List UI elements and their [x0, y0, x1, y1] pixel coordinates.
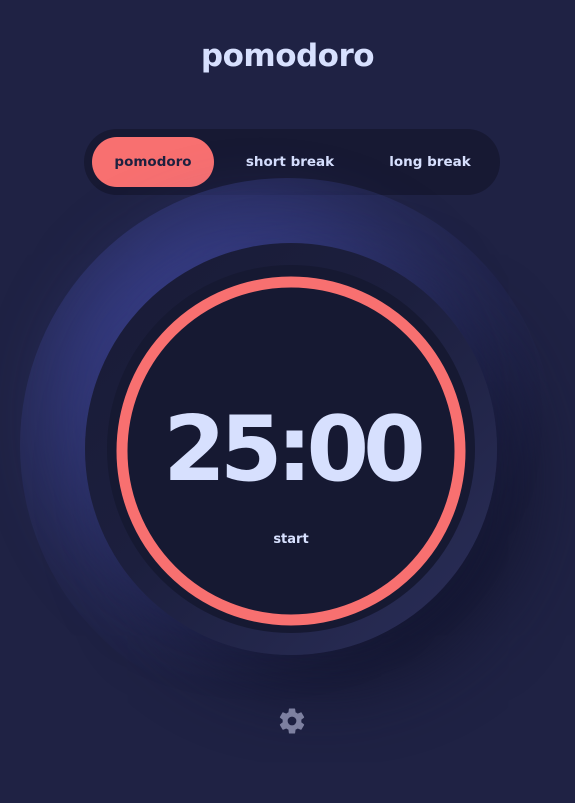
settings-button[interactable]	[275, 704, 309, 738]
app-title: pomodoro	[200, 38, 375, 74]
tab-long-break[interactable]: long break	[364, 137, 496, 187]
gear-icon	[279, 708, 305, 734]
start-button[interactable]: start	[251, 528, 331, 550]
tab-pomodoro[interactable]: pomodoro	[92, 137, 214, 187]
timer-display: 25:00	[163, 397, 425, 502]
